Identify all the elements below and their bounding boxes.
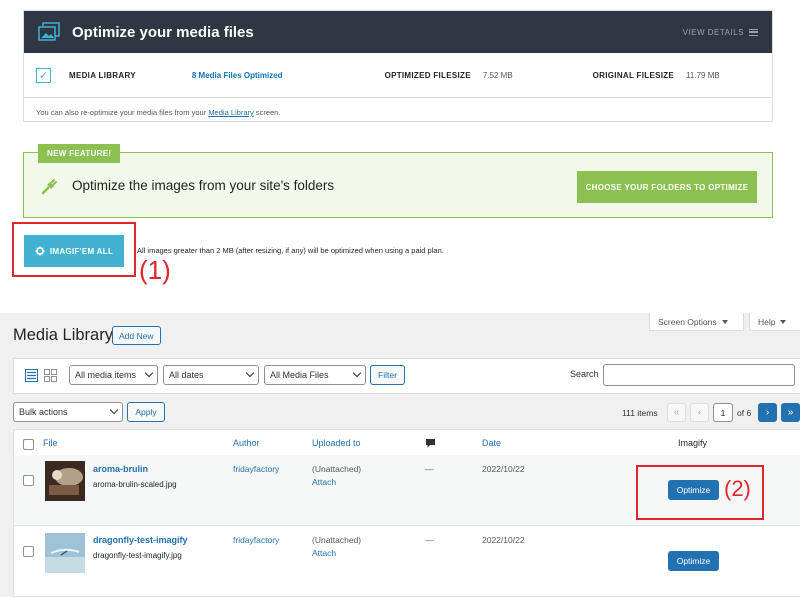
- file-name: dragonfly-test-imagify.jpg: [93, 551, 182, 560]
- paid-plan-note: All images greater than 2 MB (after resi…: [137, 246, 444, 255]
- help-tab[interactable]: Help: [749, 313, 800, 331]
- original-filesize-value: 11.79 MB: [686, 70, 720, 80]
- screen-options-tab[interactable]: Screen Options: [649, 313, 744, 331]
- screen-options-label: Screen Options: [658, 316, 717, 327]
- thumbnail-dragonfly[interactable]: [45, 533, 85, 573]
- bulk-actions-select[interactable]: Bulk actions: [13, 402, 123, 422]
- step-marker-2: (2): [724, 476, 751, 501]
- help-label: Help: [758, 316, 776, 327]
- attach-link[interactable]: Attach: [312, 548, 336, 558]
- view-details-label: VIEW DETAILS: [682, 27, 744, 37]
- checkmark-icon: ✓: [36, 67, 51, 83]
- gear-icon: [35, 246, 45, 256]
- optimized-files-link[interactable]: 8 Media Files Optimized: [192, 71, 283, 80]
- filter-button[interactable]: Filter: [370, 365, 405, 385]
- upload-date: 2022/10/22: [482, 535, 525, 545]
- thumbnail-aroma-brulin[interactable]: [45, 461, 85, 501]
- media-files-icon: [38, 22, 60, 41]
- optimize-button[interactable]: Optimize: [668, 551, 719, 571]
- filter-bar: All media items All dates All Media File…: [13, 358, 800, 394]
- caret-down-icon: [780, 319, 787, 324]
- next-page-button[interactable]: ›: [758, 403, 777, 422]
- media-table: File Author Uploaded to Date Imagify aro…: [13, 429, 800, 597]
- add-new-button[interactable]: Add New: [112, 326, 161, 345]
- author-link[interactable]: fridayfactory: [233, 535, 279, 545]
- step-marker-1: (1): [139, 255, 171, 285]
- column-file[interactable]: File: [43, 438, 58, 448]
- file-title-link[interactable]: aroma-brulin: [93, 464, 148, 474]
- new-feature-text: Optimize the images from your site's fol…: [72, 178, 335, 193]
- grid-view-icon[interactable]: [44, 369, 57, 382]
- new-feature-box: NEW FEATURE! Optimize the images from yo…: [23, 144, 773, 218]
- dates-select[interactable]: All dates: [163, 365, 259, 385]
- optimize-media-box: Optimize your media files VIEW DETAILS ✓…: [23, 10, 773, 122]
- items-count: 111 items: [622, 408, 658, 418]
- search-input[interactable]: [603, 364, 795, 386]
- media-type-select[interactable]: All media items: [69, 365, 158, 385]
- author-link[interactable]: fridayfactory: [233, 464, 279, 474]
- column-uploaded-to[interactable]: Uploaded to: [312, 438, 361, 448]
- original-filesize-label: ORIGINAL FILESIZE: [592, 70, 675, 80]
- list-view-icon[interactable]: [25, 369, 38, 382]
- bulk-actions-value: Bulk actions: [19, 407, 68, 417]
- search-label: Search: [570, 369, 599, 379]
- chevron-down-icon: [352, 368, 362, 378]
- media-library-screen: Screen Options Help Media Library Add Ne…: [0, 313, 800, 597]
- attach-link[interactable]: Attach: [312, 477, 336, 487]
- row-checkbox[interactable]: [23, 546, 34, 557]
- media-type-value: All media items: [75, 370, 137, 380]
- row-checkbox[interactable]: [23, 475, 34, 486]
- select-all-checkbox[interactable]: [23, 439, 34, 450]
- page-title: Media Library: [13, 326, 113, 344]
- last-page-button[interactable]: »: [781, 403, 800, 422]
- optimize-button[interactable]: Optimize: [668, 480, 719, 500]
- chevron-down-icon: [245, 368, 255, 378]
- row-divider: [14, 525, 800, 526]
- media-library-link[interactable]: Media Library: [208, 108, 253, 117]
- upload-date: 2022/10/22: [482, 464, 525, 474]
- view-details-link[interactable]: VIEW DETAILS: [683, 28, 758, 37]
- reoptimize-text-end: screen.: [255, 108, 281, 117]
- chevron-down-icon: [144, 368, 154, 378]
- media-files-select[interactable]: All Media Files: [264, 365, 366, 385]
- dates-value: All dates: [169, 370, 204, 380]
- current-page-input[interactable]: 1: [713, 403, 733, 422]
- optimize-media-title: Optimize your media files: [72, 23, 254, 41]
- optimize-media-header: Optimize your media files VIEW DETAILS: [24, 11, 772, 53]
- file-title-link[interactable]: dragonfly-test-imagify: [93, 535, 188, 545]
- new-feature-badge: NEW FEATURE!: [38, 144, 121, 163]
- comments-count: —: [425, 535, 434, 545]
- uploaded-status: (Unattached): [312, 535, 362, 545]
- menu-icon: [749, 28, 758, 36]
- comment-bubble-icon: [426, 439, 435, 448]
- column-author[interactable]: Author: [233, 438, 260, 448]
- uploaded-status: (Unattached): [312, 464, 362, 474]
- chevron-down-icon: [109, 405, 119, 415]
- column-imagify: Imagify: [678, 438, 708, 448]
- caret-down-icon: [721, 319, 728, 324]
- imagify-all-button[interactable]: IMAGIF'EM ALL: [24, 235, 124, 267]
- optimized-filesize-label: OPTIMIZED FILESIZE: [384, 70, 471, 80]
- choose-folders-button[interactable]: CHOOSE YOUR FOLDERS TO OPTIMIZE: [577, 171, 757, 203]
- first-page-button[interactable]: «: [667, 403, 686, 422]
- media-stats-row: ✓ MEDIA LIBRARY 8 Media Files Optimized …: [24, 53, 772, 98]
- total-pages: of 6: [737, 408, 752, 418]
- imagify-all-label: IMAGIF'EM ALL: [49, 246, 114, 256]
- apply-button[interactable]: Apply: [127, 402, 165, 422]
- column-date[interactable]: Date: [482, 438, 501, 448]
- media-library-label: MEDIA LIBRARY: [69, 70, 136, 80]
- comments-count: —: [425, 464, 434, 474]
- reoptimize-text: You can also re-optimize your media file…: [36, 108, 207, 117]
- prev-page-button[interactable]: ‹: [690, 403, 709, 422]
- optimized-filesize-value: 7.52 MB: [482, 70, 513, 80]
- file-name: aroma-brulin-scaled.jpg: [93, 480, 177, 489]
- plug-icon: [41, 179, 57, 195]
- reoptimize-note: You can also re-optimize your media file…: [24, 98, 772, 117]
- media-files-value: All Media Files: [270, 370, 329, 380]
- imagify-bulk-panel: Optimize your media files VIEW DETAILS ✓…: [0, 0, 800, 291]
